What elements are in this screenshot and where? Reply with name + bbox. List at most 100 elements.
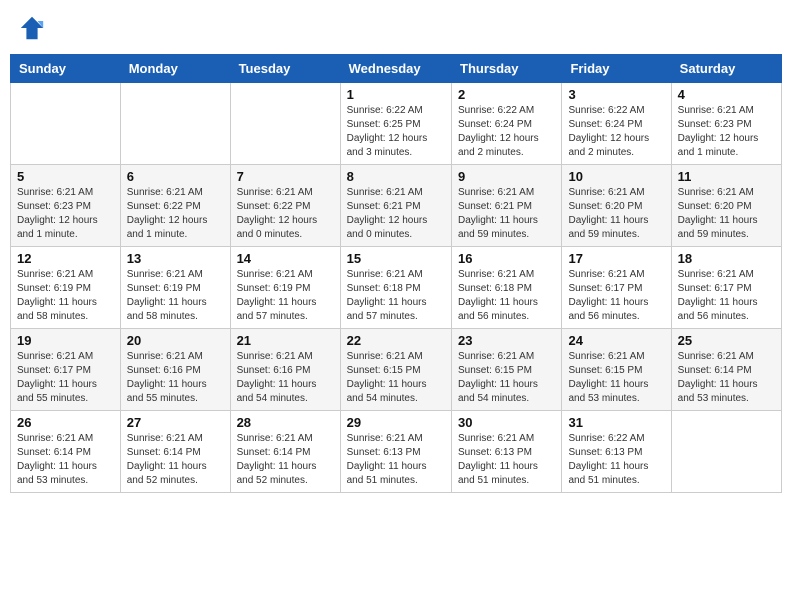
day-info: Sunrise: 6:21 AM Sunset: 6:18 PM Dayligh… [347,268,445,324]
week-row-2: 5 Sunrise: 6:21 AM Sunset: 6:23 PM Daylig… [11,165,782,247]
day-info: Sunrise: 6:21 AM Sunset: 6:15 PM Dayligh… [347,350,445,406]
day-info: Sunrise: 6:21 AM Sunset: 6:17 PM Dayligh… [678,268,775,324]
calendar-cell: 30 Sunrise: 6:21 AM Sunset: 6:13 PM Dayli… [452,411,562,493]
calendar-cell: 29Sunrise: 6:21 AM Sunset: 6:13 PM Dayli… [340,411,451,493]
calendar-cell: 20 Sunrise: 6:21 AM Sunset: 6:16 PM Dayli… [120,329,230,411]
calendar-cell: 31 Sunrise: 6:22 AM Sunset: 6:13 PM Dayli… [562,411,671,493]
day-info: Sunrise: 6:21 AM Sunset: 6:22 PM Dayligh… [127,186,224,242]
day-number: 12 [17,251,114,266]
day-number: 17 [568,251,664,266]
day-info: Sunrise: 6:21 AM Sunset: 6:16 PM Dayligh… [127,350,224,406]
day-info: Sunrise: 6:21 AM Sunset: 6:23 PM Dayligh… [678,104,775,160]
day-number: 8 [347,169,445,184]
day-number: 21 [237,333,334,348]
day-number: 14 [237,251,334,266]
weekday-header-saturday: Saturday [671,55,781,83]
day-info: Sunrise: 6:21 AM Sunset: 6:20 PM Dayligh… [678,186,775,242]
calendar-cell: 3 Sunrise: 6:22 AM Sunset: 6:24 PM Daylig… [562,83,671,165]
day-info: Sunrise: 6:22 AM Sunset: 6:13 PM Dayligh… [568,432,664,488]
day-info: Sunrise: 6:21 AM Sunset: 6:14 PM Dayligh… [17,432,114,488]
day-info: Sunrise: 6:21 AM Sunset: 6:23 PM Dayligh… [17,186,114,242]
day-number: 15 [347,251,445,266]
day-number: 27 [127,415,224,430]
day-info: Sunrise: 6:21 AM Sunset: 6:19 PM Dayligh… [17,268,114,324]
day-info: Sunrise: 6:21 AM Sunset: 6:19 PM Dayligh… [127,268,224,324]
logo-icon [18,14,46,42]
day-info: Sunrise: 6:21 AM Sunset: 6:16 PM Dayligh… [237,350,334,406]
day-number: 13 [127,251,224,266]
weekday-header-wednesday: Wednesday [340,55,451,83]
calendar-cell: 16Sunrise: 6:21 AM Sunset: 6:18 PM Dayli… [452,247,562,329]
calendar-cell [671,411,781,493]
day-info: Sunrise: 6:21 AM Sunset: 6:15 PM Dayligh… [458,350,555,406]
calendar-cell: 23 Sunrise: 6:21 AM Sunset: 6:15 PM Dayli… [452,329,562,411]
calendar-cell: 27 Sunrise: 6:21 AM Sunset: 6:14 PM Dayli… [120,411,230,493]
calendar-cell: 22 Sunrise: 6:21 AM Sunset: 6:15 PM Dayli… [340,329,451,411]
day-info: Sunrise: 6:21 AM Sunset: 6:20 PM Dayligh… [568,186,664,242]
calendar-cell: 6 Sunrise: 6:21 AM Sunset: 6:22 PM Daylig… [120,165,230,247]
day-number: 20 [127,333,224,348]
day-info: Sunrise: 6:21 AM Sunset: 6:14 PM Dayligh… [678,350,775,406]
day-info: Sunrise: 6:21 AM Sunset: 6:17 PM Dayligh… [568,268,664,324]
day-number: 26 [17,415,114,430]
calendar-cell: 1Sunrise: 6:22 AM Sunset: 6:25 PM Daylig… [340,83,451,165]
weekday-header-tuesday: Tuesday [230,55,340,83]
day-number: 10 [568,169,664,184]
calendar-cell: 26 Sunrise: 6:21 AM Sunset: 6:14 PM Dayli… [11,411,121,493]
calendar-cell: 10 Sunrise: 6:21 AM Sunset: 6:20 PM Dayli… [562,165,671,247]
calendar-cell [11,83,121,165]
day-number: 6 [127,169,224,184]
calendar-cell: 9 Sunrise: 6:21 AM Sunset: 6:21 PM Daylig… [452,165,562,247]
day-number: 28 [237,415,334,430]
calendar-cell: 24 Sunrise: 6:21 AM Sunset: 6:15 PM Dayli… [562,329,671,411]
day-number: 2 [458,87,555,102]
day-number: 23 [458,333,555,348]
calendar-cell: 7Sunrise: 6:21 AM Sunset: 6:22 PM Daylig… [230,165,340,247]
weekday-header-sunday: Sunday [11,55,121,83]
calendar-cell: 4Sunrise: 6:21 AM Sunset: 6:23 PM Daylig… [671,83,781,165]
calendar-cell: 21 Sunrise: 6:21 AM Sunset: 6:16 PM Dayli… [230,329,340,411]
day-number: 30 [458,415,555,430]
header [10,10,782,46]
day-info: Sunrise: 6:21 AM Sunset: 6:13 PM Dayligh… [458,432,555,488]
calendar-table: SundayMondayTuesdayWednesdayThursdayFrid… [10,54,782,493]
weekday-header-monday: Monday [120,55,230,83]
weekday-header-friday: Friday [562,55,671,83]
calendar-cell: 18 Sunrise: 6:21 AM Sunset: 6:17 PM Dayli… [671,247,781,329]
day-number: 3 [568,87,664,102]
calendar-cell: 17 Sunrise: 6:21 AM Sunset: 6:17 PM Dayli… [562,247,671,329]
day-number: 1 [347,87,445,102]
day-info: Sunrise: 6:21 AM Sunset: 6:21 PM Dayligh… [458,186,555,242]
calendar-cell: 5 Sunrise: 6:21 AM Sunset: 6:23 PM Daylig… [11,165,121,247]
day-info: Sunrise: 6:21 AM Sunset: 6:21 PM Dayligh… [347,186,445,242]
calendar-cell: 11Sunrise: 6:21 AM Sunset: 6:20 PM Dayli… [671,165,781,247]
calendar-cell: 25 Sunrise: 6:21 AM Sunset: 6:14 PM Dayli… [671,329,781,411]
day-number: 5 [17,169,114,184]
week-row-5: 26 Sunrise: 6:21 AM Sunset: 6:14 PM Dayli… [11,411,782,493]
day-number: 7 [237,169,334,184]
calendar-cell: 14 Sunrise: 6:21 AM Sunset: 6:19 PM Dayli… [230,247,340,329]
calendar-cell: 28 Sunrise: 6:21 AM Sunset: 6:14 PM Dayli… [230,411,340,493]
calendar-cell: 19Sunrise: 6:21 AM Sunset: 6:17 PM Dayli… [11,329,121,411]
day-info: Sunrise: 6:21 AM Sunset: 6:19 PM Dayligh… [237,268,334,324]
day-info: Sunrise: 6:21 AM Sunset: 6:14 PM Dayligh… [127,432,224,488]
weekday-header-row: SundayMondayTuesdayWednesdayThursdayFrid… [11,55,782,83]
calendar-cell: 12 Sunrise: 6:21 AM Sunset: 6:19 PM Dayli… [11,247,121,329]
day-number: 24 [568,333,664,348]
day-number: 18 [678,251,775,266]
calendar-cell: 15 Sunrise: 6:21 AM Sunset: 6:18 PM Dayli… [340,247,451,329]
day-number: 25 [678,333,775,348]
day-number: 9 [458,169,555,184]
day-info: Sunrise: 6:21 AM Sunset: 6:13 PM Dayligh… [347,432,445,488]
calendar-cell [230,83,340,165]
calendar-cell: 13 Sunrise: 6:21 AM Sunset: 6:19 PM Dayli… [120,247,230,329]
day-number: 22 [347,333,445,348]
day-info: Sunrise: 6:22 AM Sunset: 6:24 PM Dayligh… [568,104,664,160]
calendar-cell: 8 Sunrise: 6:21 AM Sunset: 6:21 PM Daylig… [340,165,451,247]
day-info: Sunrise: 6:21 AM Sunset: 6:15 PM Dayligh… [568,350,664,406]
day-number: 31 [568,415,664,430]
week-row-1: 1Sunrise: 6:22 AM Sunset: 6:25 PM Daylig… [11,83,782,165]
logo [18,14,50,42]
day-info: Sunrise: 6:21 AM Sunset: 6:18 PM Dayligh… [458,268,555,324]
day-info: Sunrise: 6:21 AM Sunset: 6:14 PM Dayligh… [237,432,334,488]
